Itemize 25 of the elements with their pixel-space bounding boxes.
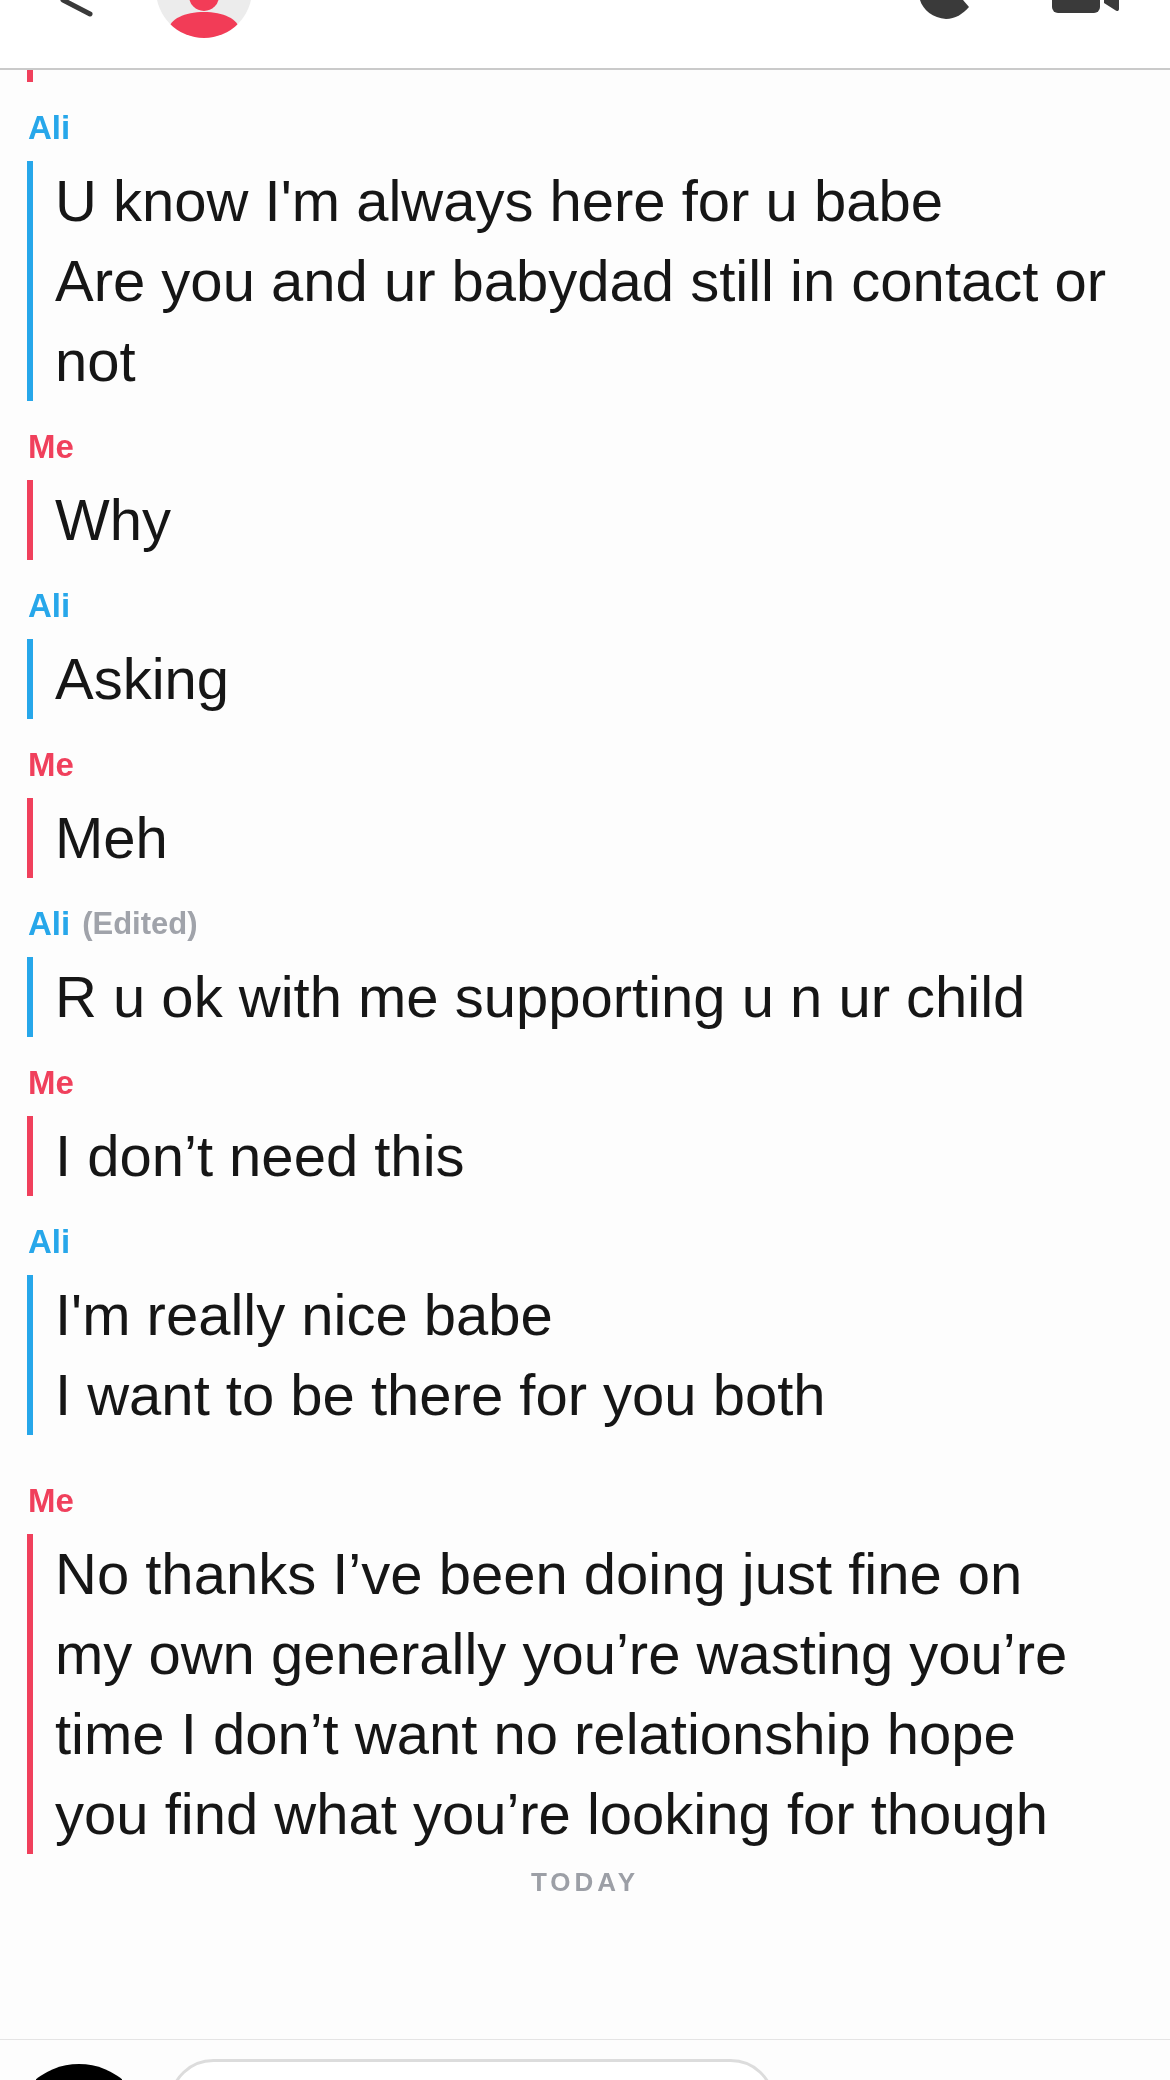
message-text: I want to be there for you both — [55, 1361, 827, 1429]
edited-label: (Edited) — [82, 905, 198, 943]
message-text: Why — [55, 486, 172, 554]
sender-name: Me — [28, 745, 74, 785]
sender-name: Ali — [28, 586, 71, 626]
sender-name: Me — [28, 1481, 74, 1521]
message-text: Asking — [55, 645, 231, 713]
phone-icon[interactable] — [918, 0, 972, 20]
message-text: Meh — [55, 804, 169, 872]
message-text: I'm really nice babe — [55, 1281, 554, 1349]
message-text: R u ok with me supporting u n ur child — [55, 963, 1027, 1031]
message-text: No thanks I’ve been doing just fine on my own generally you’re wasting you’re time I don’t want no relationship hope you find what you’re looking for though — [55, 1540, 1069, 1848]
video-camera-icon[interactable] — [1052, 0, 1120, 14]
sender-name: Ali — [28, 1222, 71, 1262]
message-text: U know I'm always here for u babe — [55, 167, 944, 235]
action-button[interactable] — [36, 2064, 122, 2080]
message-text: I don’t need this — [55, 1122, 466, 1190]
avatar-icon[interactable] — [155, 0, 253, 40]
back-icon[interactable] — [60, 0, 94, 18]
message-text: Are you and ur babydad still in contact or not — [55, 247, 1108, 395]
sender-name: Me — [28, 1063, 74, 1103]
date-divider: TODAY — [530, 1869, 640, 1895]
sender-name: Me — [28, 427, 74, 467]
sender-name: Ali — [28, 108, 71, 148]
sender-name: Ali — [28, 904, 71, 944]
